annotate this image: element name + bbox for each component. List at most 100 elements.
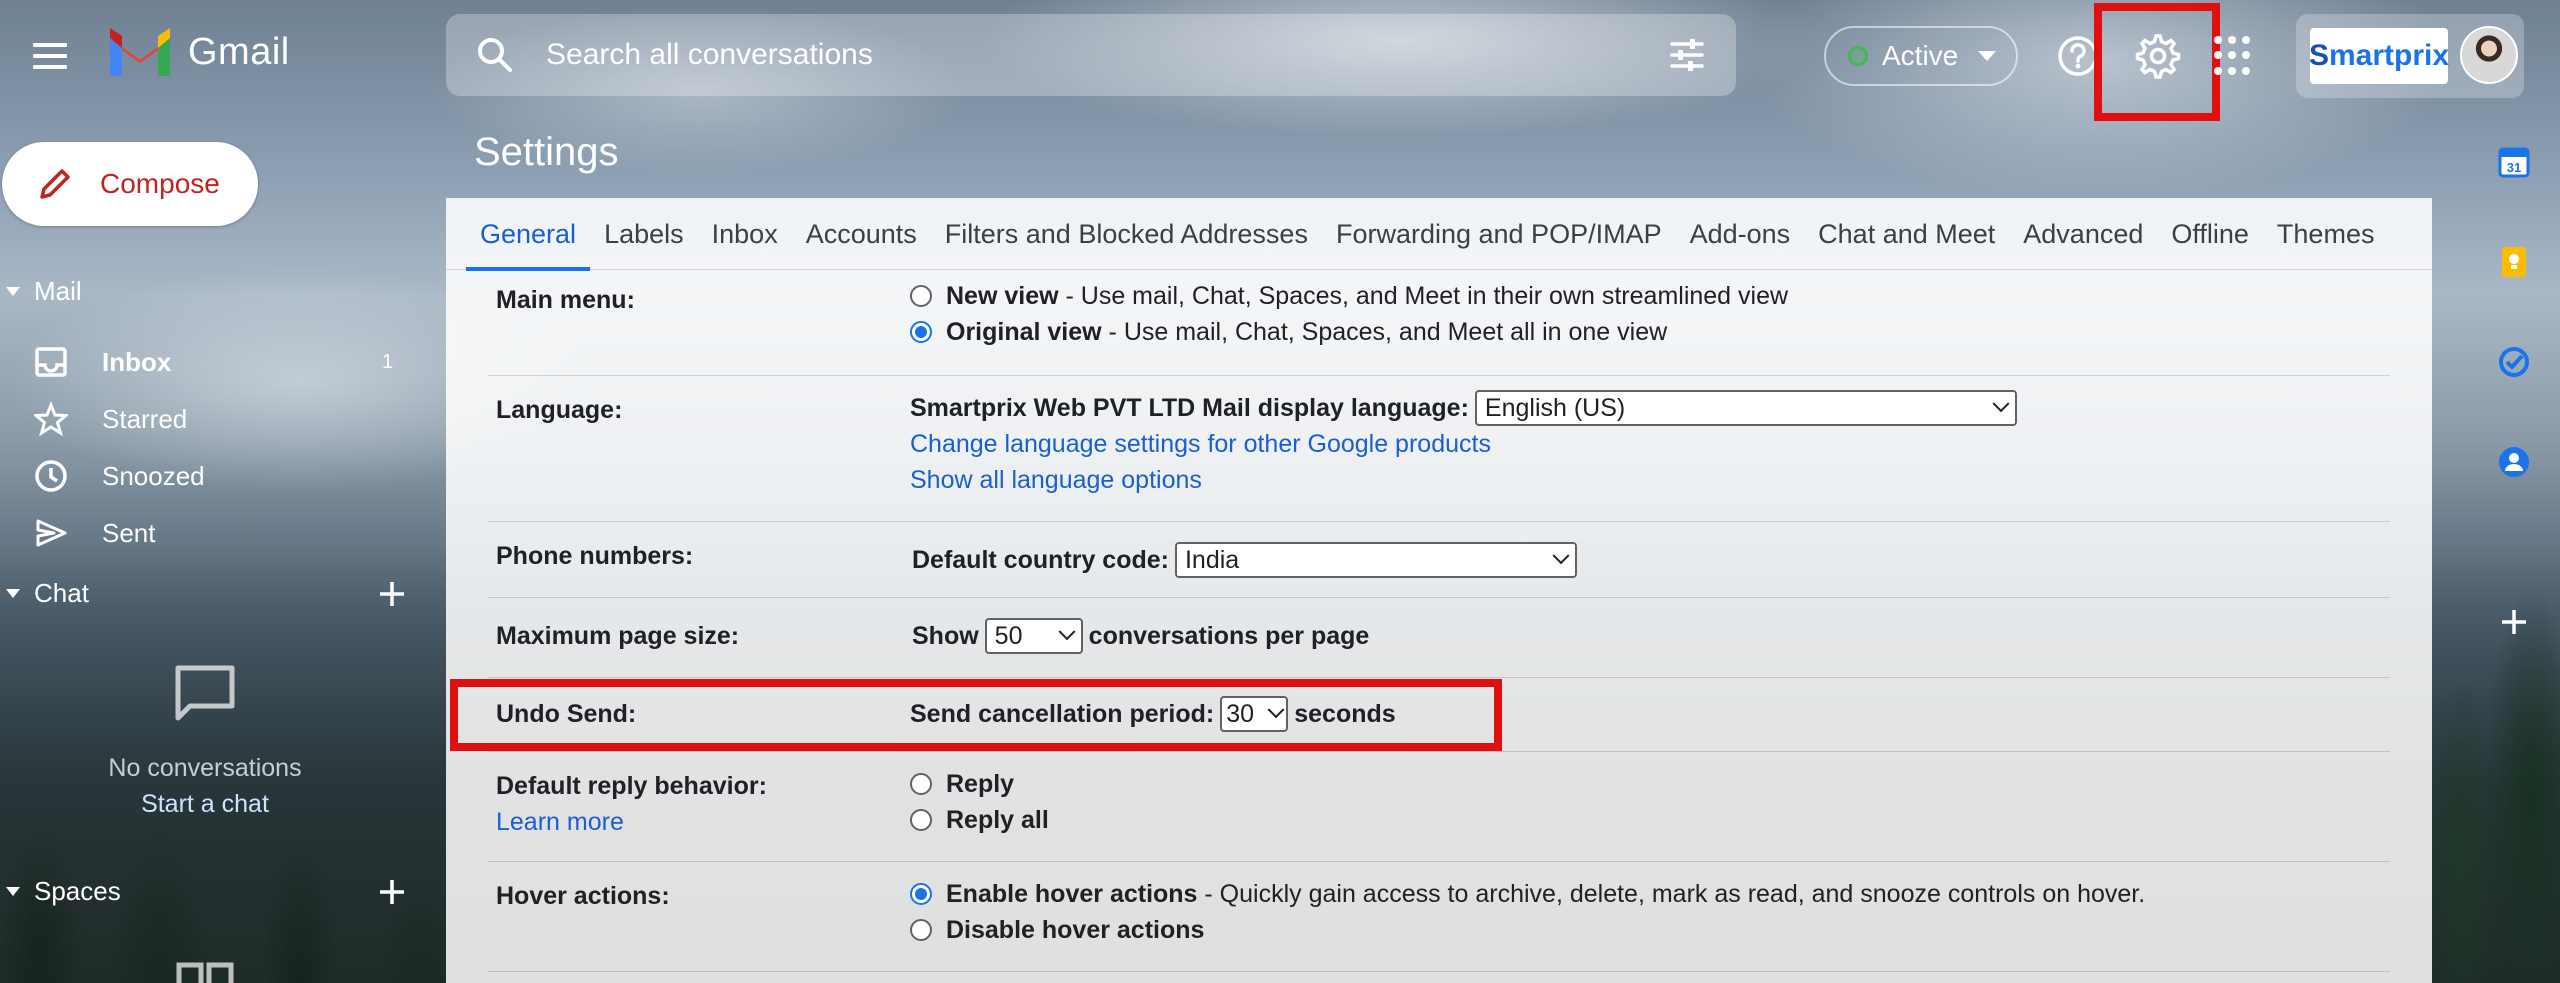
reply-all-radio[interactable] (910, 809, 932, 831)
tasks-icon[interactable] (2496, 344, 2532, 380)
caret-down-icon (6, 589, 20, 598)
chat-section-label: Chat (34, 578, 89, 608)
menu-line (33, 43, 67, 47)
reply-option[interactable]: Reply (910, 766, 1049, 802)
language-display-label: Smartprix Web PVT LTD Mail display langu… (910, 393, 1469, 422)
unread-count: 1 (382, 350, 394, 373)
search-icon[interactable] (474, 34, 516, 76)
tab-themes[interactable]: Themes (2263, 198, 2389, 270)
menu-line (33, 54, 67, 58)
undo-send-period-select[interactable]: 30 (1220, 696, 1289, 732)
show-all-languages-link[interactable]: Show all language options (910, 462, 2023, 498)
account-area[interactable]: Smartprix (2296, 14, 2524, 98)
compose-button[interactable]: Compose (2, 142, 258, 226)
caret-down-icon (6, 287, 20, 296)
contacts-icon[interactable] (2496, 444, 2532, 480)
enable-hover-option[interactable]: Enable hover actions - Quickly gain acce… (910, 876, 2145, 912)
svg-text:31: 31 (2507, 160, 2521, 175)
setting-label: Phone numbers: (496, 542, 694, 570)
tab-labels[interactable]: Labels (590, 198, 698, 270)
add-addon-plus-icon[interactable] (2496, 604, 2532, 640)
sidebar-item-inbox[interactable]: Inbox 1 (0, 336, 430, 388)
setting-label: Maximum page size: (496, 622, 740, 650)
country-code-label: Default country code: (912, 545, 1169, 574)
search-bar[interactable] (446, 14, 1736, 96)
setting-label: Default reply behavior: (496, 772, 767, 800)
spaces-section-toggle[interactable]: Spaces (0, 876, 121, 907)
no-conversations-text: No conversations (108, 754, 302, 782)
gmail-logo[interactable]: Gmail (106, 24, 290, 80)
chat-section-toggle[interactable]: Chat (0, 578, 89, 609)
active-status-icon (1848, 46, 1868, 66)
setting-reply-behavior: Default reply behavior: Learn more Reply… (488, 752, 2390, 862)
setting-label: Language: (496, 396, 623, 424)
search-input[interactable] (546, 14, 1546, 96)
new-space-plus-icon[interactable] (376, 876, 408, 908)
page-size-select[interactable]: 50 (984, 618, 1083, 654)
calendar-icon[interactable]: 31 (2496, 144, 2532, 180)
help-icon[interactable] (2054, 32, 2102, 80)
disable-hover-option[interactable]: Disable hover actions (910, 912, 2145, 948)
start-chat-link[interactable]: Start a chat (0, 790, 410, 819)
top-bar: Gmail Active (0, 0, 2560, 121)
caret-down-icon (1978, 51, 1997, 61)
chevron-down-icon (1552, 547, 1570, 565)
enable-hover-radio[interactable] (910, 883, 932, 905)
clock-icon (35, 460, 67, 492)
menu-line (33, 65, 67, 69)
sidebar-item-sent[interactable]: Sent (0, 507, 430, 559)
country-code-select[interactable]: India (1174, 542, 1577, 578)
page-title: Settings (474, 130, 619, 174)
setting-label: Main menu: (496, 286, 635, 314)
keep-icon[interactable] (2496, 244, 2532, 280)
spaces-section-label: Spaces (34, 876, 121, 906)
original-view-option[interactable]: Original view - Use mail, Chat, Spaces, … (910, 314, 1788, 350)
pencil-icon (40, 169, 70, 199)
original-view-radio[interactable] (910, 321, 932, 343)
reply-radio[interactable] (910, 773, 932, 795)
settings-tabs: General Labels Inbox Accounts Filters an… (446, 198, 2432, 271)
tab-advanced[interactable]: Advanced (2009, 198, 2157, 270)
avatar[interactable] (2460, 26, 2518, 84)
setting-label: Undo Send: (496, 700, 637, 728)
new-view-radio[interactable] (910, 285, 932, 307)
status-label: Active (1882, 40, 1959, 71)
settings-gear-icon[interactable] (2132, 30, 2184, 82)
setting-hover-actions: Hover actions: Enable hover actions - Qu… (488, 862, 2390, 972)
status-selector[interactable]: Active (1824, 26, 2018, 86)
tab-general[interactable]: General (466, 198, 591, 271)
sidebar-item-snoozed[interactable]: Snoozed (0, 450, 430, 502)
new-view-option[interactable]: New view - Use mail, Chat, Spaces, and M… (910, 278, 1788, 314)
language-select[interactable]: English (US) (1474, 390, 2017, 426)
tab-forwarding[interactable]: Forwarding and POP/IMAP (1322, 198, 1676, 270)
google-apps-icon[interactable] (2214, 36, 2254, 76)
new-chat-plus-icon[interactable] (376, 578, 408, 610)
tab-addons[interactable]: Add-ons (1676, 198, 1805, 270)
organization-logo: Smartprix (2309, 28, 2449, 84)
mail-section-label: Mail (34, 276, 82, 306)
tab-filters[interactable]: Filters and Blocked Addresses (931, 198, 1322, 270)
setting-language: Language: Smartprix Web PVT LTD Mail dis… (488, 376, 2390, 522)
spaces-grid-icon (176, 962, 234, 983)
tab-chat-meet[interactable]: Chat and Meet (1804, 198, 2009, 270)
disable-hover-radio[interactable] (910, 919, 932, 941)
setting-phone: Phone numbers: Default country code: Ind… (488, 522, 2390, 598)
setting-undo-send: Undo Send: Send cancellation period: 30 … (488, 678, 2390, 752)
sidebar-item-label: Starred (102, 403, 188, 434)
gmail-m-icon (110, 28, 170, 76)
reply-all-option[interactable]: Reply all (910, 802, 1049, 838)
learn-more-link[interactable]: Learn more (496, 808, 624, 837)
tab-offline[interactable]: Offline (2157, 198, 2263, 270)
search-options-icon[interactable] (1666, 34, 1708, 76)
caret-down-icon (6, 887, 20, 896)
setting-main-menu: Main menu: New view - Use mail, Chat, Sp… (488, 270, 2390, 376)
tab-inbox[interactable]: Inbox (698, 198, 792, 270)
mail-section-toggle[interactable]: Mail (0, 276, 82, 307)
sidebar-item-starred[interactable]: Starred (0, 393, 430, 445)
settings-panel: General Labels Inbox Accounts Filters an… (446, 198, 2432, 983)
setting-label: Hover actions: (496, 882, 670, 910)
change-language-link[interactable]: Change language settings for other Googl… (910, 426, 2023, 462)
tab-accounts[interactable]: Accounts (792, 198, 931, 270)
main-menu-button[interactable] (26, 32, 74, 80)
compose-label: Compose (100, 168, 220, 199)
